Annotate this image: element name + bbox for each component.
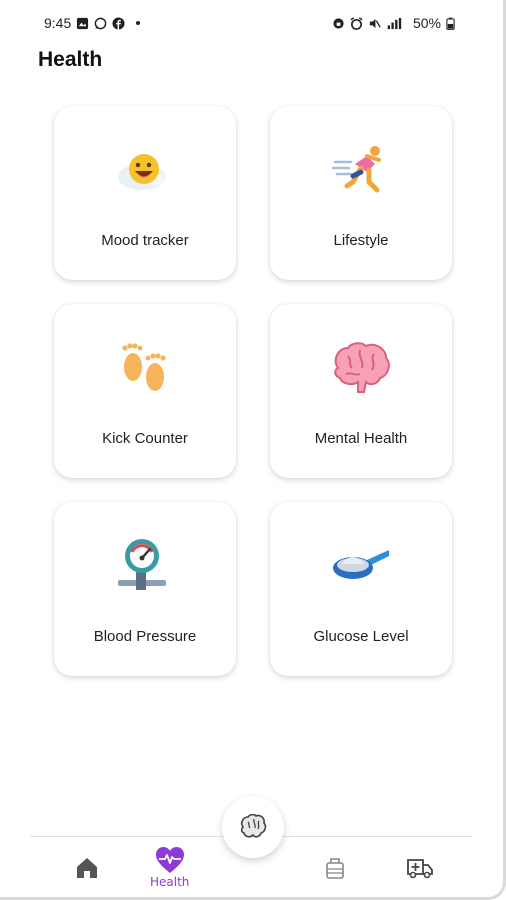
alarm-icon: [350, 16, 363, 30]
card-label-lifestyle: Lifestyle: [333, 232, 389, 249]
running-person-icon: [329, 138, 393, 202]
brain-icon: [240, 814, 267, 838]
home-icon: [77, 858, 97, 878]
pressure-gauge-icon: [113, 534, 177, 598]
facebook-icon: [112, 16, 125, 30]
battery-icon: [446, 17, 455, 30]
card-mood-tracker[interactable]: Mood tracker: [54, 106, 236, 280]
nav-baby-care[interactable]: [324, 856, 348, 880]
brain-icon: [329, 336, 393, 400]
card-mental-health[interactable]: Mental Health: [270, 304, 452, 478]
card-kick-counter[interactable]: Kick Counter: [54, 304, 236, 478]
status-time: 9:45: [44, 15, 72, 31]
health-feature-grid: Mood tracker Lifestyle Kick Counter Ment…: [54, 106, 452, 676]
card-label-glucose-level: Glucose Level: [313, 628, 409, 645]
lock-icon: [333, 17, 344, 29]
page-title: Health: [38, 48, 103, 71]
glucose-spoon-icon: [329, 534, 393, 598]
mental-health-fab-button[interactable]: [222, 796, 284, 858]
battery-percent: 50%: [412, 15, 441, 31]
card-glucose-level[interactable]: Glucose Level: [270, 502, 452, 676]
status-left: 9:45: [44, 15, 141, 31]
nav-health[interactable]: Health: [150, 846, 189, 889]
nav-health-label: Health: [150, 875, 190, 889]
whatsapp-icon: [94, 17, 107, 29]
card-lifestyle[interactable]: Lifestyle: [270, 106, 452, 280]
card-label-blood-pressure: Blood Pressure: [93, 628, 197, 645]
phone-screen: 9:45 50% Health Mood tracker Lifestyle K…: [0, 0, 506, 900]
gallery-icon: [77, 17, 89, 29]
heart-pulse-icon: [155, 847, 184, 873]
nav-home[interactable]: [74, 856, 100, 880]
status-bar: 9:45 50%: [44, 12, 455, 34]
notification-dot-icon: [136, 21, 141, 25]
mood-icon: [113, 138, 177, 202]
footprints-icon: [113, 336, 177, 400]
nav-emergency[interactable]: [406, 856, 434, 880]
card-label-mental-health: Mental Health: [314, 430, 408, 447]
signal-icon: [387, 17, 402, 29]
card-label-kick-counter: Kick Counter: [102, 430, 188, 447]
status-right: 50%: [332, 15, 455, 31]
card-blood-pressure[interactable]: Blood Pressure: [54, 502, 236, 676]
ambulance-icon: [407, 859, 433, 879]
mute-icon: [369, 18, 381, 28]
baby-bottle-icon: [326, 858, 344, 879]
card-label-mood-tracker: Mood tracker: [101, 232, 189, 249]
